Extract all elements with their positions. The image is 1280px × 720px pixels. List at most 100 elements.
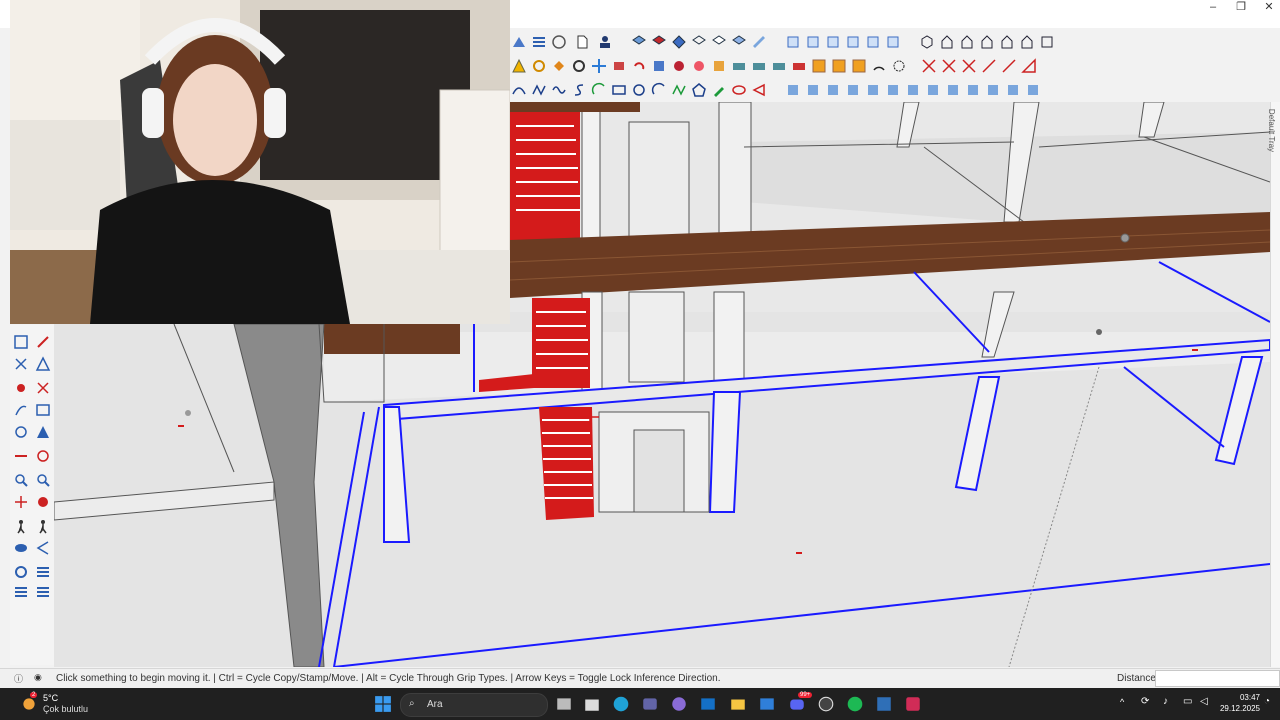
sandbox-5-icon[interactable] <box>864 81 882 99</box>
sandbox-7-icon[interactable] <box>904 81 922 99</box>
hidden-line-icon[interactable] <box>710 33 728 51</box>
sketchup-icon[interactable] <box>874 694 894 714</box>
eye-icon[interactable] <box>12 539 30 557</box>
freehand-icon[interactable] <box>670 81 688 99</box>
outlook-icon[interactable] <box>698 694 718 714</box>
paint-tool-icon[interactable] <box>710 81 728 99</box>
draw-wave-icon[interactable] <box>550 81 568 99</box>
eraser-tool-icon[interactable] <box>610 57 628 75</box>
triangle-icon[interactable] <box>1020 57 1038 75</box>
display-section-icon[interactable] <box>34 493 52 511</box>
sandbox-12-icon[interactable] <box>1004 81 1022 99</box>
xray-style-icon[interactable] <box>650 33 668 51</box>
sandbox-8-icon[interactable] <box>924 81 942 99</box>
monochrome-icon[interactable] <box>750 33 768 51</box>
arc-icon[interactable] <box>650 81 668 99</box>
warning-icon[interactable] <box>510 57 528 75</box>
look-around-icon[interactable] <box>12 471 30 489</box>
look-icon[interactable] <box>34 517 52 535</box>
eraser-icon[interactable] <box>12 355 30 373</box>
solid-subtract-icon[interactable] <box>750 57 768 75</box>
extension-manager-icon[interactable] <box>34 583 52 601</box>
app-icon[interactable] <box>903 694 923 714</box>
left-view-icon[interactable] <box>884 33 902 51</box>
outliner-icon[interactable] <box>34 563 52 581</box>
select-icon[interactable] <box>12 333 30 351</box>
measurements-input[interactable] <box>1155 670 1280 687</box>
sandbox-3-icon[interactable] <box>824 81 842 99</box>
obs-icon[interactable] <box>816 694 836 714</box>
house-bottom-icon[interactable] <box>1018 33 1036 51</box>
close-button[interactable]: ✕ <box>1254 0 1280 14</box>
info-icon[interactable]: ⓘ <box>14 672 23 685</box>
taskbar-search[interactable]: ⌕ Ara <box>400 693 548 717</box>
section-plane-icon[interactable] <box>34 539 52 557</box>
draw-s-icon[interactable] <box>570 81 588 99</box>
zoom-icon[interactable] <box>12 423 30 441</box>
circle-points-icon[interactable] <box>890 57 908 75</box>
draw-curve-icon[interactable] <box>510 81 528 99</box>
position-camera-icon[interactable] <box>34 447 52 465</box>
sandbox-2-icon[interactable] <box>804 81 822 99</box>
move-icon[interactable] <box>12 379 30 397</box>
line-cross-3-icon[interactable] <box>960 57 978 75</box>
sandbox-1-icon[interactable] <box>784 81 802 99</box>
sandbox-4-icon[interactable] <box>844 81 862 99</box>
sandbox-9-icon[interactable] <box>944 81 962 99</box>
new-file-icon[interactable] <box>570 33 594 51</box>
extension-icon[interactable] <box>530 33 548 51</box>
photos-icon[interactable] <box>757 694 777 714</box>
copilot-icon[interactable] <box>669 694 689 714</box>
sandbox-13-icon[interactable] <box>1024 81 1042 99</box>
zoom-window-icon[interactable] <box>34 471 52 489</box>
line-cross-icon[interactable] <box>920 57 938 75</box>
ellipse-icon[interactable] <box>730 81 748 99</box>
house-back-icon[interactable] <box>978 33 996 51</box>
line-cross-2-icon[interactable] <box>940 57 958 75</box>
store-icon[interactable] <box>582 694 602 714</box>
solid-split-icon[interactable] <box>790 57 808 75</box>
sandbox-6-icon[interactable] <box>884 81 902 99</box>
house-front-icon[interactable] <box>938 33 956 51</box>
shaded-textures-icon[interactable] <box>730 33 748 51</box>
intersect-icon[interactable] <box>690 57 708 75</box>
undo-icon[interactable] <box>630 57 648 75</box>
line-diag-2-icon[interactable] <box>1000 57 1018 75</box>
spotify-icon[interactable] <box>845 694 865 714</box>
chevron-up-icon[interactable]: ^ <box>1120 697 1124 707</box>
right-view-icon[interactable] <box>844 33 862 51</box>
circle-icon[interactable] <box>630 81 648 99</box>
network-icon[interactable]: ▭ <box>1183 696 1192 707</box>
warehouse-icon[interactable] <box>510 33 528 51</box>
house-left-icon[interactable] <box>998 33 1016 51</box>
draw-arc-icon[interactable] <box>590 81 608 99</box>
back-view-icon[interactable] <box>864 33 882 51</box>
rotate-icon[interactable] <box>34 379 52 397</box>
walk-icon[interactable] <box>12 447 30 465</box>
clock-time[interactable]: 03:47 <box>1224 693 1260 702</box>
arc-points-icon[interactable] <box>870 57 888 75</box>
iso-view-icon[interactable] <box>784 33 802 51</box>
lasso-icon[interactable] <box>530 57 548 75</box>
orbit-icon[interactable] <box>12 401 30 419</box>
rectangle-icon[interactable] <box>610 81 628 99</box>
account-icon[interactable] <box>550 33 568 51</box>
parallel-projection-icon[interactable] <box>1038 33 1056 51</box>
teams-icon[interactable] <box>640 694 660 714</box>
layers-icon[interactable] <box>12 563 30 581</box>
geo-icon[interactable]: ◉ <box>34 672 42 683</box>
solid-union-icon[interactable] <box>730 57 748 75</box>
components-icon[interactable] <box>12 583 30 601</box>
front-view-icon[interactable] <box>824 33 842 51</box>
back-edges-icon[interactable] <box>670 33 688 51</box>
sandbox-10-icon[interactable] <box>964 81 982 99</box>
grid-icon[interactable] <box>810 57 828 75</box>
top-view-icon[interactable] <box>804 33 822 51</box>
user-icon[interactable] <box>596 33 614 51</box>
wireframe-icon[interactable] <box>690 33 708 51</box>
minimize-button[interactable]: – <box>1198 0 1228 14</box>
box-icon[interactable] <box>918 33 936 51</box>
sandbox-11-icon[interactable] <box>984 81 1002 99</box>
edge-icon[interactable] <box>611 694 631 714</box>
sync-icon[interactable]: ⟳ <box>1141 696 1149 707</box>
